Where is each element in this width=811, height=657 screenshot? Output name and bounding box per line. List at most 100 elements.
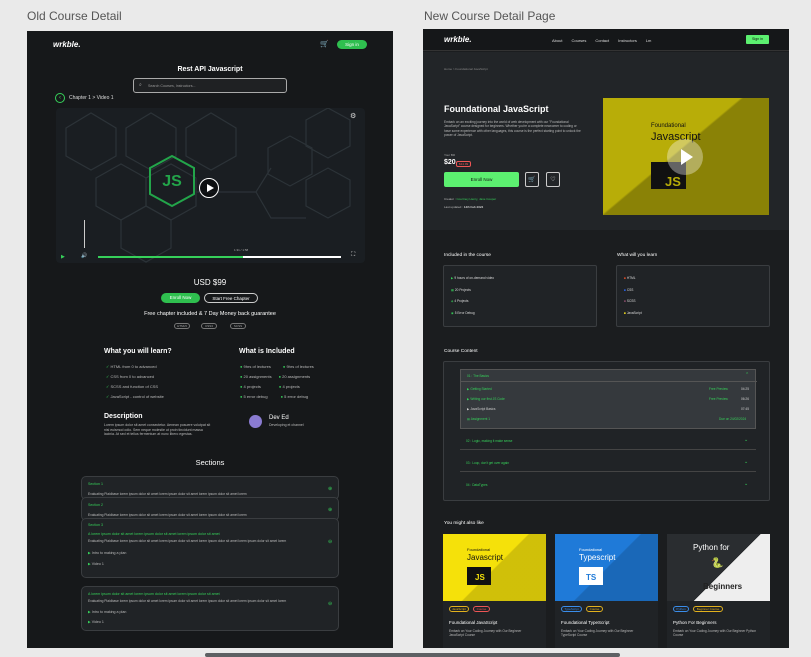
play-icon bbox=[207, 184, 214, 192]
nav-courses[interactable]: Courses bbox=[571, 38, 586, 43]
old-logo[interactable]: wrkble. bbox=[53, 40, 81, 49]
badge-html: HTML5 bbox=[174, 323, 190, 329]
video-player[interactable]: JS ⚙ 1:31 / 1:58 ▶ 🔊 ⛶ bbox=[56, 108, 365, 263]
included-card: ▶ 9 hours of on-demand video ▦ 20 Projec… bbox=[443, 265, 597, 327]
back-icon[interactable]: ‹ bbox=[55, 93, 65, 103]
included-heading: Included in the course bbox=[444, 253, 491, 258]
course-card[interactable]: Foundational Javascript JS JavaScript Co… bbox=[443, 534, 546, 648]
course-card[interactable]: Foundational Typescript TS TypeScript Co… bbox=[555, 534, 658, 648]
old-signin-button[interactable]: Sign in bbox=[337, 40, 367, 49]
new-signin-button[interactable]: Sign in bbox=[746, 35, 769, 44]
card-thumb: Foundational Javascript JS bbox=[443, 534, 546, 601]
new-course-title: Foundational JavaScript bbox=[444, 104, 549, 114]
included-list: ● 9hrs of lectures ● 9hrs of lectures ● 2… bbox=[240, 364, 314, 399]
collapse-icon: ⊖ bbox=[328, 601, 333, 607]
nav-lm[interactable]: Lm bbox=[646, 38, 652, 43]
collapse-icon: ⊖ bbox=[328, 539, 333, 545]
search-icon: ⌕ bbox=[139, 82, 142, 88]
old-breadcrumb: Chapter 1 > Video 1 bbox=[69, 95, 114, 101]
thumb-top: Foundational bbox=[651, 123, 686, 129]
learn-list: ✓ HTML from 0 to advanced ✓ CSS from 0 t… bbox=[106, 362, 164, 402]
instructor-avatar bbox=[249, 415, 262, 428]
lesson-row[interactable]: ▤ Assignment 1 Due on 24/02/2024 bbox=[467, 417, 751, 421]
thumb-play-button[interactable] bbox=[667, 139, 703, 175]
play-icon bbox=[681, 149, 693, 165]
svg-text:JS: JS bbox=[162, 173, 182, 190]
also-like-heading: You might also like bbox=[444, 521, 484, 526]
settings-gear-icon[interactable]: ⚙ bbox=[350, 112, 356, 120]
free-chapter-note: Free chapter included & 7 Day Money back… bbox=[144, 311, 276, 317]
js-icon: ■ bbox=[624, 310, 626, 315]
learn-item: ✓ CSS from 0 to advanced bbox=[106, 374, 155, 379]
lesson-row[interactable]: ▶ JavaScript Basics 07:45 bbox=[467, 407, 751, 411]
old-course-frame: wrkble. 🛒 Sign in Rest API Javascript ⌕ … bbox=[27, 31, 393, 648]
updated-line: Last updated : 14th Feb 2024 bbox=[444, 205, 484, 209]
nav-links: About Courses Contact Instructors Lm bbox=[552, 38, 651, 43]
badge-scss: SCSS bbox=[230, 323, 246, 329]
course-thumbnail[interactable]: Foundational Javascript JS bbox=[603, 98, 769, 215]
volume-slider[interactable] bbox=[84, 220, 85, 248]
section-card-open[interactable]: A lorem ipsum dolor sit amet lorem ipsum… bbox=[81, 586, 339, 631]
old-enroll-button[interactable]: Enroll Now bbox=[161, 293, 200, 303]
html-icon: ■ bbox=[624, 276, 626, 280]
cart-icon[interactable]: 🛒 bbox=[320, 40, 329, 48]
css-icon: ■ bbox=[624, 287, 626, 292]
included-heading: What is Included bbox=[239, 348, 295, 355]
expand-icon: ⊕ bbox=[328, 507, 333, 513]
video-time: 1:31 / 1:58 bbox=[234, 248, 249, 252]
lesson-row[interactable]: ▶ Writing our first JS Code Free Preview 0… bbox=[467, 397, 751, 401]
progress-fill bbox=[98, 256, 243, 258]
course-card[interactable]: Python for 🐍 Beginners Python Beginner C… bbox=[667, 534, 770, 648]
wishlist-heart-icon[interactable]: ♡ bbox=[546, 172, 560, 187]
chevron-down-icon: ⌄ bbox=[744, 437, 749, 443]
fullscreen-icon[interactable]: ⛶ bbox=[351, 252, 355, 259]
video-play-small-icon[interactable]: ▶ bbox=[61, 254, 65, 260]
instructor-role: Developing et channel bbox=[269, 423, 304, 427]
new-enroll-button[interactable]: Enroll Now bbox=[444, 172, 519, 187]
learn-item: ✓ SCSS and function of CSS bbox=[106, 384, 159, 389]
module-open[interactable]: 01 : The Basics ⌃ ▶ Getting Started Free … bbox=[460, 369, 757, 429]
module-row[interactable]: 04 : DataTypes ⌄ bbox=[460, 478, 756, 494]
chevron-down-icon: ⌄ bbox=[744, 481, 749, 487]
horizontal-scrollbar[interactable] bbox=[205, 653, 620, 657]
add-to-cart-icon[interactable]: 🛒 bbox=[525, 172, 539, 187]
course-intro: Embark on an exciting journey into the w… bbox=[444, 120, 581, 138]
course-content-card: 01 : The Basics ⌃ ▶ Getting Started Free … bbox=[443, 361, 770, 501]
lesson-row[interactable]: ▶ Getting Started Free Preview 04:25 bbox=[467, 387, 751, 391]
creator-names[interactable]: Courtney Henry, Jane Cooper bbox=[457, 197, 497, 201]
nav-contact[interactable]: Contact bbox=[595, 38, 609, 43]
old-caption: Old Course Detail bbox=[27, 9, 122, 23]
old-search-input[interactable]: ⌕ Search Courses, Instructors... bbox=[133, 78, 287, 93]
chevron-down-icon: ⌄ bbox=[744, 459, 749, 465]
learn-item: ✓ JavaScript - control of website bbox=[106, 394, 164, 399]
learn-heading: What you will learn? bbox=[104, 348, 172, 355]
search-placeholder: Search Courses, Instructors... bbox=[148, 84, 196, 88]
new-logo[interactable]: wrkble. bbox=[444, 35, 472, 44]
card-thumb: Foundational Typescript TS bbox=[555, 534, 658, 601]
section-card-open[interactable]: Section 3 A lorem ipsum dolor sit amet l… bbox=[81, 518, 339, 578]
nav-instructors[interactable]: Instructors bbox=[618, 38, 637, 43]
check-icon: ✓ bbox=[106, 374, 110, 379]
start-free-chapter-button[interactable]: Start Free Chapter bbox=[204, 293, 258, 303]
new-breadcrumb[interactable]: Home > Foundational JavaScript bbox=[444, 67, 488, 71]
old-page-title: Rest API Javascript bbox=[177, 66, 243, 73]
module-row[interactable]: 03 : Loop, don't get over again ⌄ bbox=[460, 456, 756, 472]
play-button[interactable] bbox=[199, 178, 219, 198]
chevron-up-icon: ⌃ bbox=[745, 372, 750, 378]
badge-css: CSS3 bbox=[201, 323, 217, 329]
module-row[interactable]: 02 : Logic, making it make sense ⌄ bbox=[460, 434, 756, 450]
old-price: $34.99 bbox=[456, 161, 472, 167]
new-course-frame: wrkble. About Courses Contact Instructor… bbox=[423, 29, 789, 648]
check-icon: ✓ bbox=[106, 394, 110, 399]
instructor-name[interactable]: Dev Ed bbox=[269, 415, 289, 421]
debug-icon: ◉ bbox=[451, 310, 454, 315]
speaker-icon[interactable]: 🔊 bbox=[81, 253, 87, 259]
project-icon: ▦ bbox=[451, 287, 455, 292]
check-icon: ✓ bbox=[106, 364, 110, 369]
python-icon: 🐍 bbox=[711, 558, 724, 569]
description-heading: Description bbox=[104, 413, 143, 420]
nav-about[interactable]: About bbox=[552, 38, 562, 43]
learn-card: ■ HTML ■ CSS ● SCSS ■ JavaScript bbox=[616, 265, 770, 327]
new-caption: New Course Detail Page bbox=[424, 9, 556, 23]
learn-item: ✓ HTML from 0 to advanced bbox=[106, 364, 157, 369]
